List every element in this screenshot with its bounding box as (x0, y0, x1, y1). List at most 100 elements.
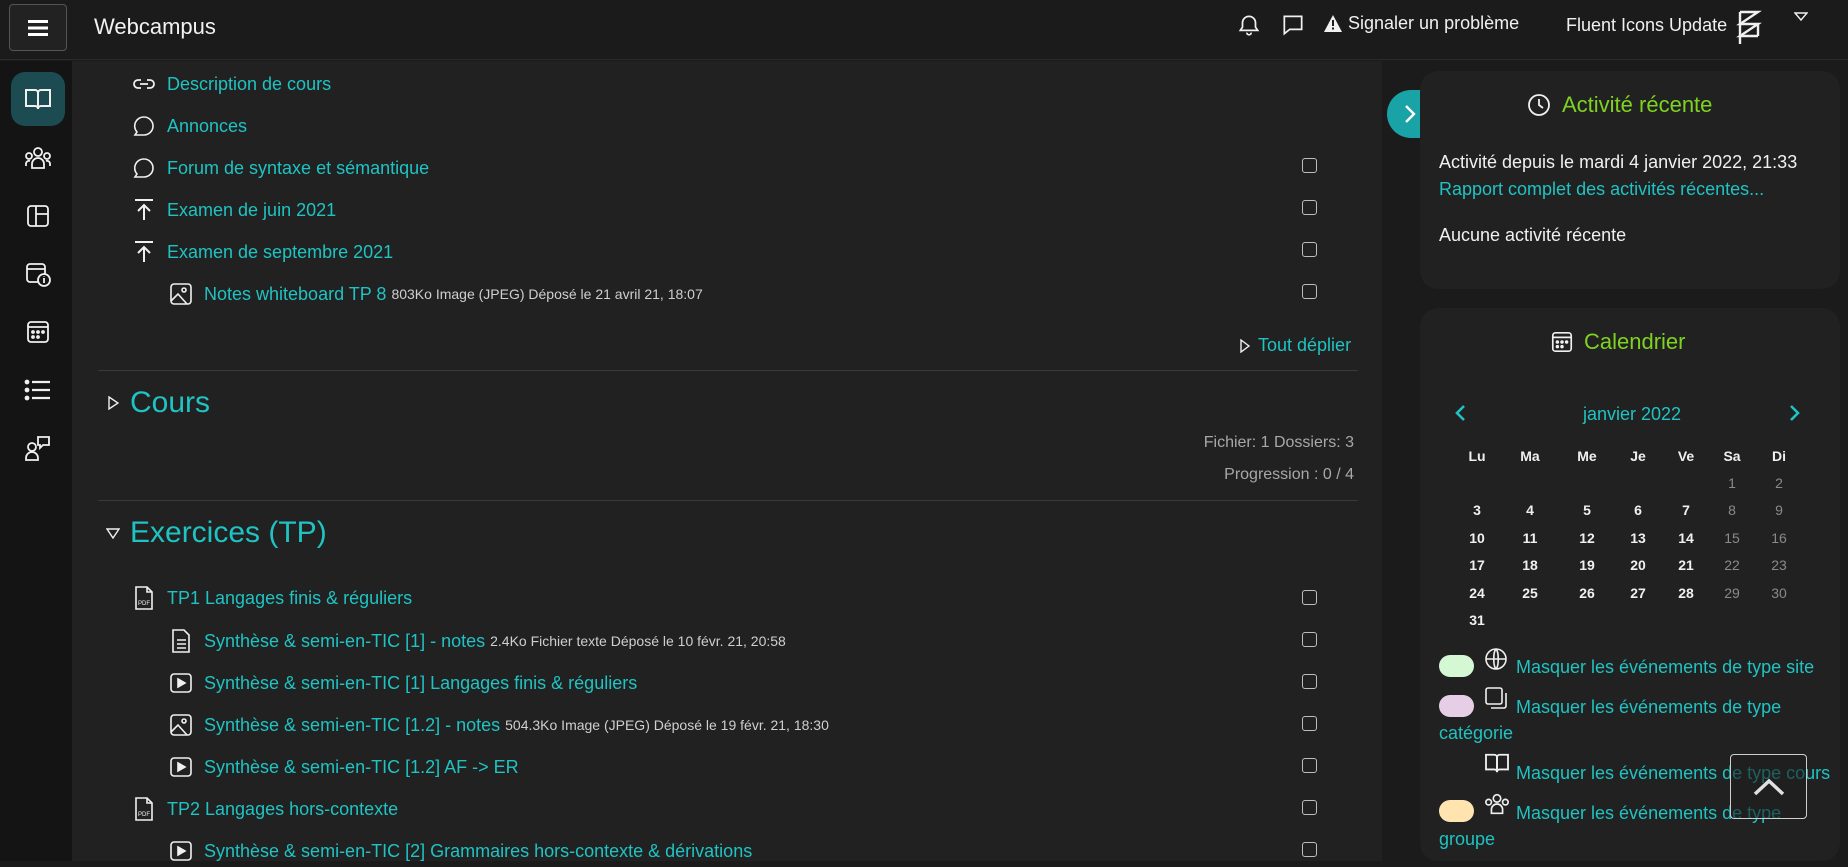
calendar-day[interactable]: 9 (1759, 502, 1799, 518)
activity-row[interactable]: Synthèse & semi-en-TIC [1] Langages fini… (168, 667, 637, 699)
activity-link[interactable]: Synthèse & semi-en-TIC [1] - notes (204, 631, 485, 652)
completion-checkbox[interactable] (1302, 590, 1317, 605)
video-icon (170, 673, 192, 693)
section-title-cours[interactable]: Cours (130, 386, 210, 420)
calendar-day[interactable]: 13 (1618, 530, 1658, 546)
calendar-day[interactable]: 2 (1759, 475, 1799, 491)
rail-layout-button[interactable] (11, 189, 65, 243)
hamburger-menu-button[interactable] (9, 4, 67, 51)
rail-list-button[interactable] (11, 363, 65, 417)
site-brand[interactable]: Webcampus (94, 14, 216, 40)
current-month[interactable]: janvier 2022 (1583, 404, 1681, 425)
activity-link[interactable]: Annonces (167, 116, 247, 137)
collapsed-triangle-icon[interactable] (108, 396, 119, 410)
completion-checkbox[interactable] (1302, 200, 1317, 215)
activity-row[interactable]: Notes whiteboard TP 8 803Ko Image (JPEG)… (168, 278, 703, 310)
calendar-day[interactable]: 5 (1567, 502, 1607, 518)
calendar-day[interactable]: 26 (1567, 585, 1607, 601)
rail-course-button[interactable] (11, 72, 65, 126)
completion-checkbox[interactable] (1302, 800, 1317, 815)
next-month-icon[interactable] (1789, 404, 1801, 422)
calendar-day[interactable]: 4 (1510, 502, 1550, 518)
activity-row[interactable]: Forum de syntaxe et sémantique (131, 152, 429, 184)
calendar-day[interactable]: 24 (1457, 585, 1497, 601)
full-report-link[interactable]: Rapport complet des activités récentes..… (1439, 179, 1764, 200)
rail-participants-button[interactable] (11, 131, 65, 185)
legend-hide-group-cont[interactable]: groupe (1439, 826, 1495, 852)
completion-checkbox[interactable] (1302, 632, 1317, 647)
completion-checkbox[interactable] (1302, 674, 1317, 689)
user-name[interactable]: Fluent Icons Update (1566, 15, 1727, 36)
rail-grades-button[interactable] (11, 247, 65, 301)
calendar-day[interactable]: 12 (1567, 530, 1607, 546)
calendar-day[interactable]: 10 (1457, 530, 1497, 546)
activity-link[interactable]: Examen de septembre 2021 (167, 242, 393, 263)
activity-row[interactable]: Synthèse & semi-en-TIC [2] Grammaires ho… (168, 835, 752, 867)
messages-icon[interactable] (1280, 12, 1306, 38)
calendar-day[interactable]: 29 (1712, 585, 1752, 601)
report-problem-link[interactable]: Signaler un problème (1324, 13, 1519, 34)
pdf-icon: PDF (135, 797, 153, 821)
calendar-day[interactable]: 28 (1666, 585, 1706, 601)
activity-link[interactable]: Examen de juin 2021 (167, 200, 336, 221)
calendar-day[interactable]: 7 (1666, 502, 1706, 518)
activity-link[interactable]: Synthèse & semi-en-TIC [2] Grammaires ho… (204, 841, 752, 862)
completion-checkbox[interactable] (1302, 758, 1317, 773)
calendar-day[interactable]: 21 (1666, 557, 1706, 573)
calendar-day[interactable]: 1 (1712, 475, 1752, 491)
calendar-day[interactable]: 23 (1759, 557, 1799, 573)
calendar-day[interactable]: 6 (1618, 502, 1658, 518)
completion-checkbox[interactable] (1302, 158, 1317, 173)
calendar-day[interactable]: 25 (1510, 585, 1550, 601)
activity-row[interactable]: Examen de septembre 2021 (131, 236, 393, 268)
activity-row[interactable]: Synthèse & semi-en-TIC [1.2] - notes 504… (168, 709, 829, 741)
calendar-day[interactable]: 30 (1759, 585, 1799, 601)
completion-checkbox[interactable] (1302, 242, 1317, 257)
activity-link[interactable]: TP2 Langages hors-contexte (167, 799, 398, 820)
chevron-down-icon[interactable] (1794, 12, 1808, 22)
activity-row[interactable]: Description de cours (131, 68, 331, 100)
activity-row[interactable]: PDF TP2 Langages hors-contexte (131, 793, 398, 825)
calendar-day[interactable]: 14 (1666, 530, 1706, 546)
activity-link[interactable]: Description de cours (167, 74, 331, 95)
activity-link[interactable]: TP1 Langages finis & réguliers (167, 588, 412, 609)
user-avatar-logo-icon[interactable] (1734, 8, 1764, 48)
activity-row[interactable]: Synthèse & semi-en-TIC [1.2] AF -> ER (168, 751, 519, 783)
expanded-triangle-icon[interactable] (106, 528, 120, 539)
expand-all-link[interactable]: Tout déplier (1240, 335, 1351, 356)
legend-hide-category[interactable]: Masquer les événements de type (1516, 694, 1781, 720)
activity-link[interactable]: Forum de syntaxe et sémantique (167, 158, 429, 179)
rail-chat-button[interactable] (11, 421, 65, 475)
activity-row[interactable]: PDF TP1 Langages finis & réguliers (131, 582, 412, 614)
bell-icon[interactable] (1236, 12, 1262, 38)
section-title-exercices[interactable]: Exercices (TP) (130, 516, 327, 550)
activity-link[interactable]: Notes whiteboard TP 8 (204, 284, 386, 305)
calendar-day[interactable]: 31 (1457, 612, 1497, 628)
rail-calendar-button[interactable] (11, 305, 65, 359)
calendar-day[interactable]: 11 (1510, 530, 1550, 546)
calendar-day[interactable]: 18 (1510, 557, 1550, 573)
calendar-day[interactable]: 20 (1618, 557, 1658, 573)
activity-link[interactable]: Synthèse & semi-en-TIC [1] Langages fini… (204, 673, 637, 694)
activity-row[interactable]: Synthèse & semi-en-TIC [1] - notes 2.4Ko… (168, 625, 786, 657)
calendar-day[interactable]: 3 (1457, 502, 1497, 518)
calendar-day[interactable]: 17 (1457, 557, 1497, 573)
calendar-day[interactable]: 16 (1759, 530, 1799, 546)
scroll-to-top-button[interactable] (1730, 754, 1807, 819)
calendar-day[interactable]: 19 (1567, 557, 1607, 573)
calendar-day[interactable]: 15 (1712, 530, 1752, 546)
legend-hide-category-cont[interactable]: catégorie (1439, 720, 1513, 746)
legend-swatch-category (1439, 695, 1474, 717)
activity-row[interactable]: Examen de juin 2021 (131, 194, 336, 226)
calendar-day[interactable]: 22 (1712, 557, 1752, 573)
legend-hide-site[interactable]: Masquer les événements de type site (1516, 654, 1814, 680)
calendar-day[interactable]: 8 (1712, 502, 1752, 518)
completion-checkbox[interactable] (1302, 716, 1317, 731)
activity-row[interactable]: Annonces (131, 110, 247, 142)
completion-checkbox[interactable] (1302, 842, 1317, 857)
activity-link[interactable]: Synthèse & semi-en-TIC [1.2] - notes (204, 715, 500, 736)
completion-checkbox[interactable] (1302, 284, 1317, 299)
prev-month-icon[interactable] (1454, 404, 1466, 422)
calendar-day[interactable]: 27 (1618, 585, 1658, 601)
activity-link[interactable]: Synthèse & semi-en-TIC [1.2] AF -> ER (204, 757, 519, 778)
